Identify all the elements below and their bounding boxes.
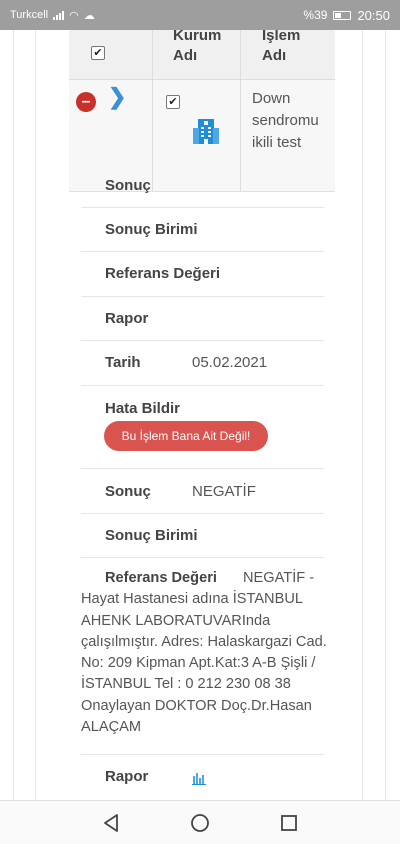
tarih-label: Tarih xyxy=(105,354,141,371)
sonuc-birimi-label-2: Sonuç Birimi xyxy=(105,527,198,544)
wifi-icon: ◠ xyxy=(69,9,79,22)
signal-icon xyxy=(53,10,65,20)
clock: 20:50 xyxy=(357,7,390,23)
frame-line xyxy=(385,30,386,800)
cloud-icon: ☁ xyxy=(83,9,95,22)
header-islem-adi[interactable]: İşlem Adı xyxy=(262,30,322,66)
building-icon xyxy=(193,119,219,144)
carrier-name: Turkcell xyxy=(10,9,49,21)
detail-row-tarih: Tarih 05.02.2021 xyxy=(81,341,324,386)
hata-bildir-label: Hata Bildir xyxy=(105,400,181,417)
expand-row-chevron-icon[interactable]: ❯ xyxy=(108,86,126,108)
frame-line xyxy=(13,30,14,800)
back-icon[interactable] xyxy=(101,813,121,833)
report-error-button[interactable]: Bu İşlem Bana Ait Değil! xyxy=(104,421,268,451)
recents-icon[interactable] xyxy=(279,813,299,833)
detail-row-sonuc-birimi-2: Sonuç Birimi xyxy=(81,514,324,558)
islem-adi-cell: Down sendromu ikili test xyxy=(252,90,319,151)
battery-icon xyxy=(333,10,352,20)
android-nav-bar xyxy=(0,800,400,844)
header-kurum-adi[interactable]: Kurum Adı xyxy=(173,30,243,66)
frame-line xyxy=(362,30,363,800)
tarih-value: 05.02.2021 xyxy=(192,354,268,371)
rapor-label: Rapor xyxy=(105,310,149,327)
referans-block: Referans Değeri NEGATİF - Hayat Hastanesi… xyxy=(81,568,336,738)
detail-row-sonuc: Sonuç xyxy=(81,163,324,208)
minus-circle-icon: – xyxy=(81,93,91,110)
detail-row-referans: Referans Değeri xyxy=(81,252,324,297)
referans-label-2: Referans Değeri xyxy=(105,570,217,586)
referans-label: Referans Değeri xyxy=(105,265,221,282)
sonuc-label-2: Sonuç xyxy=(105,483,151,500)
sonuc-birimi-label: Sonuç Birimi xyxy=(105,221,198,238)
detail-row-sonuc-birimi: Sonuç Birimi xyxy=(81,208,324,252)
bar-chart-icon[interactable] xyxy=(191,770,207,786)
frame-line xyxy=(35,30,36,800)
select-all-checkbox[interactable]: ✔ xyxy=(91,46,105,60)
rapor-label-2: Rapor xyxy=(105,768,149,785)
sonuc-label: Sonuç xyxy=(105,177,151,194)
status-bar: Turkcell ◠ ☁ %39 20:50 xyxy=(0,0,400,30)
sonuc-value: NEGATİF xyxy=(192,483,256,500)
remove-row-button[interactable]: – xyxy=(76,92,96,112)
home-icon[interactable] xyxy=(190,813,210,833)
referans-value: NEGATİF - Hayat Hastanesi adına İSTANBUL… xyxy=(81,570,327,736)
battery-percent: %39 xyxy=(303,8,328,22)
detail-row-rapor: Rapor xyxy=(81,297,324,341)
detail-row-sonuc-2: Sonuç NEGATİF xyxy=(81,469,324,514)
row-checkbox[interactable]: ✔ xyxy=(166,95,180,109)
